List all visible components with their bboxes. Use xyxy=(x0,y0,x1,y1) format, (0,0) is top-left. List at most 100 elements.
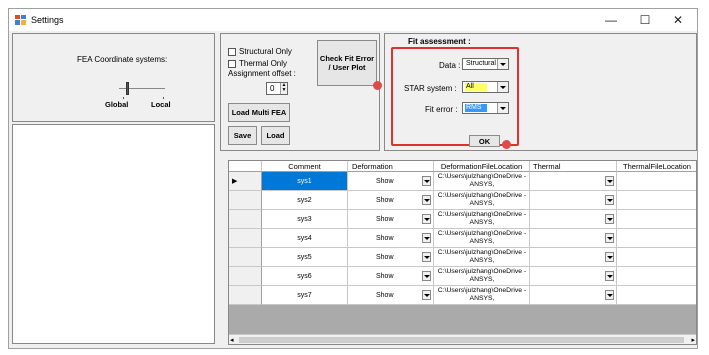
deformation-value: Show xyxy=(376,216,394,223)
cell-deformation[interactable]: Show xyxy=(348,229,434,248)
cell-deformation-file[interactable]: C:\Users\julzhang\OneDrive - ANSYS, xyxy=(434,172,530,191)
header-thermal-file[interactable]: ThermalFileLocation xyxy=(617,161,696,172)
assignment-offset-stepper[interactable]: 0 ▲ ▼ xyxy=(266,82,288,95)
chevron-down-icon[interactable] xyxy=(605,271,614,281)
scroll-right-icon[interactable]: ▸ xyxy=(691,336,695,344)
cell-comment[interactable]: sys5 xyxy=(262,248,348,267)
ok-button[interactable]: OK xyxy=(469,135,500,147)
header-deformation[interactable]: Deformation xyxy=(348,161,434,172)
deformation-value: Show xyxy=(376,178,394,185)
structural-only-label: Structural Only xyxy=(239,47,292,56)
star-system-value: All xyxy=(465,83,487,91)
cell-thermal-file[interactable] xyxy=(617,229,696,248)
cell-thermal[interactable] xyxy=(530,248,617,267)
assignment-offset-value: 0 xyxy=(270,84,275,93)
mouse-cursor-icon xyxy=(373,81,382,90)
chevron-down-icon[interactable] xyxy=(422,214,431,224)
load-multi-fea-button[interactable]: Load Multi FEA xyxy=(228,103,290,122)
cell-deformation-file[interactable]: C:\Users\julzhang\OneDrive - ANSYS, xyxy=(434,229,530,248)
cell-comment[interactable]: sys6 xyxy=(262,267,348,286)
cell-thermal-file[interactable] xyxy=(617,267,696,286)
cell-comment[interactable]: sys3 xyxy=(262,210,348,229)
fea-coordinate-label: FEA Coordinate systems: xyxy=(77,55,168,64)
cell-comment[interactable]: sys2 xyxy=(262,191,348,210)
cell-thermal[interactable] xyxy=(530,286,617,305)
chevron-down-icon[interactable] xyxy=(422,290,431,300)
row-header[interactable] xyxy=(229,191,262,210)
structural-only-checkbox[interactable] xyxy=(228,48,236,56)
load-button[interactable]: Load xyxy=(261,126,290,145)
maximize-button[interactable]: ☐ xyxy=(631,12,659,28)
cell-thermal-file[interactable] xyxy=(617,248,696,267)
star-system-select[interactable]: All xyxy=(462,81,509,93)
assignment-offset-label: Assignment offset : xyxy=(228,69,296,78)
cell-thermal-file[interactable] xyxy=(617,172,696,191)
cell-thermal[interactable] xyxy=(530,210,617,229)
chevron-down-icon[interactable] xyxy=(422,252,431,262)
check-fit-error-button[interactable]: Check Fit Error / User Plot xyxy=(317,40,377,86)
fea-data-grid[interactable]: Comment Deformation DeformationFileLocat… xyxy=(228,160,697,345)
cell-deformation[interactable]: Show xyxy=(348,172,434,191)
chevron-down-icon[interactable] xyxy=(605,252,614,262)
row-header[interactable] xyxy=(229,267,262,286)
header-comment[interactable]: Comment xyxy=(262,161,348,172)
cell-deformation-file[interactable]: C:\Users\julzhang\OneDrive - ANSYS, xyxy=(434,267,530,286)
chevron-down-icon[interactable] xyxy=(605,176,614,186)
deformation-value: Show xyxy=(376,292,394,299)
fit-assessment-title: Fit assessment : xyxy=(408,37,471,46)
row-header[interactable] xyxy=(229,210,262,229)
cell-deformation-file[interactable]: C:\Users\julzhang\OneDrive - ANSYS, xyxy=(434,191,530,210)
minimize-button[interactable]: — xyxy=(597,12,625,28)
chevron-down-icon[interactable] xyxy=(422,233,431,243)
chevron-down-icon[interactable] xyxy=(422,195,431,205)
cell-deformation[interactable]: Show xyxy=(348,248,434,267)
cell-thermal-file[interactable] xyxy=(617,286,696,305)
cell-deformation[interactable]: Show xyxy=(348,267,434,286)
cell-deformation[interactable]: Show xyxy=(348,191,434,210)
chevron-down-icon[interactable] xyxy=(605,290,614,300)
fit-error-label: Fit error : xyxy=(425,105,458,114)
scroll-left-icon[interactable]: ◂ xyxy=(230,336,234,344)
cell-deformation[interactable]: Show xyxy=(348,210,434,229)
cell-comment[interactable]: sys4 xyxy=(262,229,348,248)
cell-thermal[interactable] xyxy=(530,229,617,248)
cell-comment[interactable]: sys7 xyxy=(262,286,348,305)
cell-comment[interactable]: sys1 xyxy=(262,172,348,191)
chevron-down-icon[interactable] xyxy=(605,233,614,243)
chevron-down-icon[interactable] xyxy=(422,176,431,186)
row-header[interactable] xyxy=(229,286,262,305)
chevron-down-icon[interactable] xyxy=(497,59,508,69)
cell-deformation-file[interactable]: C:\Users\julzhang\OneDrive - ANSYS, xyxy=(434,248,530,267)
app-icon xyxy=(15,15,26,25)
cell-thermal-file[interactable] xyxy=(617,210,696,229)
scrollbar-thumb[interactable] xyxy=(239,337,684,343)
horizontal-scrollbar[interactable]: ◂ ▸ xyxy=(229,334,696,344)
chevron-down-icon[interactable] xyxy=(497,103,508,113)
cell-thermal[interactable] xyxy=(530,172,617,191)
row-header[interactable]: ▶ xyxy=(229,172,262,191)
chevron-down-icon[interactable] xyxy=(422,271,431,281)
thermal-only-checkbox[interactable] xyxy=(228,60,236,68)
chevron-down-icon[interactable] xyxy=(605,195,614,205)
header-deformation-file[interactable]: DeformationFileLocation xyxy=(434,161,530,172)
cell-deformation[interactable]: Show xyxy=(348,286,434,305)
data-select-value: Structural xyxy=(466,60,496,67)
coordinate-slider[interactable] xyxy=(119,82,165,99)
fit-error-select[interactable]: RMS xyxy=(462,102,509,114)
cell-deformation-file[interactable]: C:\Users\julzhang\OneDrive - ANSYS, xyxy=(434,210,530,229)
cell-thermal[interactable] xyxy=(530,267,617,286)
deformation-value: Show xyxy=(376,235,394,242)
row-header[interactable] xyxy=(229,229,262,248)
stepper-arrows-icon[interactable]: ▲ ▼ xyxy=(280,83,287,94)
save-button[interactable]: Save xyxy=(228,126,257,145)
chevron-down-icon[interactable] xyxy=(497,82,508,92)
data-select[interactable]: Structural xyxy=(462,58,509,70)
row-header[interactable] xyxy=(229,248,262,267)
close-button[interactable]: ✕ xyxy=(664,12,692,28)
fit-assessment-panel: Fit assessment : Data : Structural STAR … xyxy=(384,33,697,151)
cell-thermal[interactable] xyxy=(530,191,617,210)
chevron-down-icon[interactable] xyxy=(605,214,614,224)
header-thermal[interactable]: Thermal xyxy=(530,161,617,172)
cell-deformation-file[interactable]: C:\Users\julzhang\OneDrive - ANSYS, xyxy=(434,286,530,305)
cell-thermal-file[interactable] xyxy=(617,191,696,210)
